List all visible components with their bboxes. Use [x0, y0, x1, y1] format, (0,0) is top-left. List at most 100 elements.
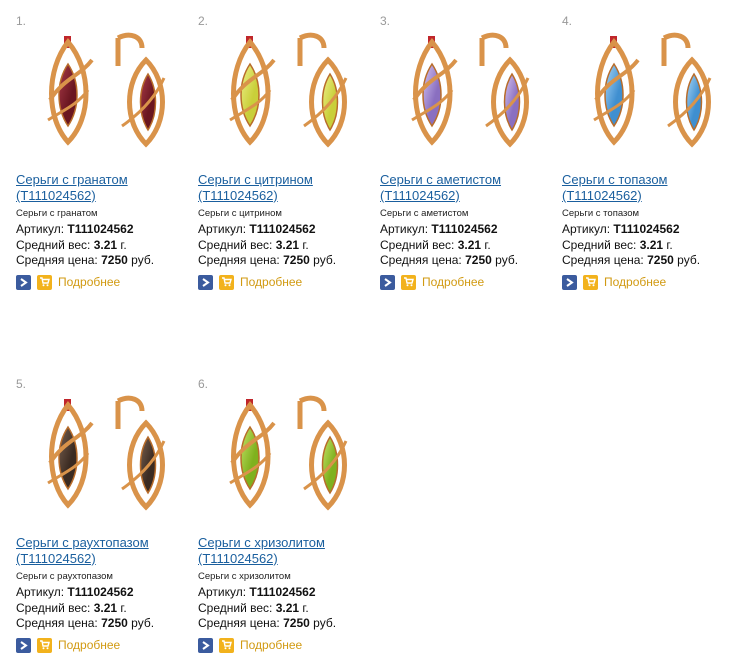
- product-card: 4. Серьги с топазом (T111024562) Серьги с …: [562, 6, 737, 306]
- sku-label: Артикул:: [16, 222, 65, 236]
- details-link[interactable]: Подробнее: [422, 275, 484, 289]
- price-line: Средняя цена: 7250 руб.: [198, 616, 336, 630]
- price-value: 7250: [101, 616, 128, 630]
- weight-label: Средний вес:: [198, 238, 273, 252]
- weight-value: 3.21: [457, 238, 482, 252]
- arrow-right-icon[interactable]: [198, 637, 213, 653]
- product-card: 3. Серьги с аметистом (T111024562) Серьги …: [380, 6, 555, 306]
- sku-label: Артикул:: [198, 585, 247, 599]
- product-subtitle: Серьги с топазом: [562, 208, 640, 219]
- product-actions: Подробнее: [380, 274, 484, 290]
- price-value: 7250: [283, 253, 310, 267]
- product-title[interactable]: Серьги с гранатом: [16, 172, 128, 187]
- sku-label: Артикул:: [198, 222, 247, 236]
- sku-value: T111024562: [67, 585, 134, 599]
- product-title[interactable]: Серьги с аметистом: [380, 172, 501, 187]
- product-code[interactable]: (T111024562): [198, 551, 278, 566]
- product-subtitle: Серьги с гранатом: [16, 208, 98, 219]
- details-link[interactable]: Подробнее: [240, 638, 302, 652]
- product-actions: Подробнее: [16, 274, 120, 290]
- weight-line: Средний вес: 3.21 г.: [562, 238, 673, 252]
- arrow-right-icon[interactable]: [198, 274, 213, 290]
- product-code[interactable]: (T111024562): [16, 551, 96, 566]
- price-line: Средняя цена: 7250 руб.: [380, 253, 518, 267]
- cart-icon[interactable]: [219, 637, 234, 653]
- product-subtitle: Серьги с раухтопазом: [16, 571, 113, 582]
- weight-label: Средний вес:: [16, 601, 91, 615]
- sku-line: Артикул: T111024562: [380, 222, 498, 236]
- weight-value: 3.21: [275, 601, 300, 615]
- product-number: 2.: [198, 14, 209, 28]
- weight-line: Средний вес: 3.21 г.: [198, 601, 309, 615]
- price-unit: руб.: [131, 616, 155, 630]
- citrine-earrings-image[interactable]: [220, 30, 362, 158]
- details-link[interactable]: Подробнее: [58, 275, 120, 289]
- weight-unit: г.: [484, 238, 491, 252]
- product-title-link[interactable]: Серьги с гранатом (T111024562): [16, 172, 196, 204]
- product-title-link[interactable]: Серьги с топазом (T111024562): [562, 172, 742, 204]
- price-label: Средняя цена:: [198, 616, 280, 630]
- arrow-right-icon[interactable]: [16, 274, 31, 290]
- details-link[interactable]: Подробнее: [58, 638, 120, 652]
- price-unit: руб.: [313, 616, 337, 630]
- product-title-link[interactable]: Серьги с цитрином (T111024562): [198, 172, 378, 204]
- weight-unit: г.: [302, 601, 309, 615]
- amethyst-earrings-image[interactable]: [402, 30, 544, 158]
- weight-value: 3.21: [639, 238, 664, 252]
- product-title[interactable]: Серьги с хризолитом: [198, 535, 325, 550]
- weight-unit: г.: [302, 238, 309, 252]
- product-code[interactable]: (T111024562): [562, 188, 642, 203]
- product-title-link[interactable]: Серьги с хризолитом (T111024562): [198, 535, 378, 567]
- product-title[interactable]: Серьги с раухтопазом: [16, 535, 149, 550]
- cart-icon[interactable]: [583, 274, 598, 290]
- product-title[interactable]: Серьги с цитрином: [198, 172, 313, 187]
- topaz-earrings-image[interactable]: [584, 30, 726, 158]
- cart-icon[interactable]: [37, 637, 52, 653]
- sku-line: Артикул: T111024562: [16, 222, 134, 236]
- arrow-right-icon[interactable]: [16, 637, 31, 653]
- details-link[interactable]: Подробнее: [604, 275, 666, 289]
- sku-value: T111024562: [67, 222, 134, 236]
- weight-value: 3.21: [93, 601, 118, 615]
- cart-icon[interactable]: [401, 274, 416, 290]
- arrow-right-icon[interactable]: [380, 274, 395, 290]
- weight-value: 3.21: [93, 238, 118, 252]
- cart-icon[interactable]: [219, 274, 234, 290]
- product-title[interactable]: Серьги с топазом: [562, 172, 668, 187]
- product-card: 2. Серьги с цитрином (T111024562) Серьги с…: [198, 6, 373, 306]
- product-number: 3.: [380, 14, 391, 28]
- weight-line: Средний вес: 3.21 г.: [380, 238, 491, 252]
- chrysolite-earrings-image[interactable]: [220, 393, 362, 521]
- product-code[interactable]: (T111024562): [16, 188, 96, 203]
- product-card: 6. Серьги с хризолитом (T111024562) Серьги…: [198, 369, 373, 669]
- weight-unit: г.: [120, 601, 127, 615]
- product-title-link[interactable]: Серьги с аметистом (T111024562): [380, 172, 560, 204]
- price-line: Средняя цена: 7250 руб.: [16, 253, 154, 267]
- price-value: 7250: [283, 616, 310, 630]
- product-actions: Подробнее: [198, 274, 302, 290]
- sku-label: Артикул:: [562, 222, 611, 236]
- product-card: 1. Серьги с гранатом (T111024562) Серьги с…: [16, 6, 191, 306]
- sku-line: Артикул: T111024562: [562, 222, 680, 236]
- cart-icon[interactable]: [37, 274, 52, 290]
- weight-line: Средний вес: 3.21 г.: [16, 238, 127, 252]
- details-link[interactable]: Подробнее: [240, 275, 302, 289]
- sku-label: Артикул:: [16, 585, 65, 599]
- product-title-link[interactable]: Серьги с раухтопазом (T111024562): [16, 535, 196, 567]
- price-label: Средняя цена:: [16, 253, 98, 267]
- sku-value: T111024562: [613, 222, 680, 236]
- sku-line: Артикул: T111024562: [198, 585, 316, 599]
- arrow-right-icon[interactable]: [562, 274, 577, 290]
- price-unit: руб.: [495, 253, 519, 267]
- product-subtitle: Серьги с аметистом: [380, 208, 469, 219]
- price-label: Средняя цена:: [198, 253, 280, 267]
- garnet-earrings-image[interactable]: [38, 30, 180, 158]
- weight-unit: г.: [120, 238, 127, 252]
- product-code[interactable]: (T111024562): [380, 188, 460, 203]
- product-code[interactable]: (T111024562): [198, 188, 278, 203]
- smoky-quartz-earrings-image[interactable]: [38, 393, 180, 521]
- weight-line: Средний вес: 3.21 г.: [198, 238, 309, 252]
- price-line: Средняя цена: 7250 руб.: [16, 616, 154, 630]
- product-number: 4.: [562, 14, 573, 28]
- product-card: 5. Серьги с раухтопазом (T111024562) Серьг…: [16, 369, 191, 669]
